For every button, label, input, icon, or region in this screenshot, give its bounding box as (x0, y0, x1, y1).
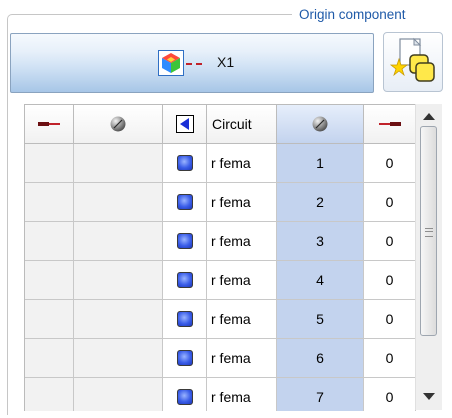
pin-number-cell-text: 4 (316, 272, 324, 288)
row-marker-cell[interactable] (163, 339, 207, 378)
row-select-icon[interactable] (176, 194, 193, 210)
component-cube-icon (158, 50, 184, 76)
value-cell-text: 0 (385, 389, 394, 405)
scroll-down-button[interactable] (416, 387, 442, 407)
wire-left-cell[interactable] (25, 222, 74, 261)
value-cell-text: 0 (385, 233, 394, 249)
pin-number-cell[interactable]: 6 (277, 339, 364, 378)
pin-number-cell[interactable]: 5 (277, 300, 364, 339)
circuit-header-label: Circuit (212, 116, 252, 132)
wire-end-right-icon (378, 122, 401, 126)
value-cell[interactable]: 0 (364, 339, 416, 378)
circuit-cell-text: r fema (211, 272, 251, 288)
vertical-scrollbar[interactable] (415, 104, 442, 410)
pin-left-cell[interactable] (74, 339, 163, 378)
pin-number-cell-text: 2 (316, 194, 324, 210)
arrow-down-icon (423, 393, 435, 400)
pin-left-cell[interactable] (74, 261, 163, 300)
circuit-column-header[interactable]: Circuit (207, 105, 277, 144)
pin-left-cell[interactable] (74, 144, 163, 183)
row-select-icon[interactable] (176, 155, 193, 171)
pin-number-cell-text: 5 (316, 311, 324, 327)
wire-left-column-header[interactable] (25, 105, 74, 144)
circuit-cell[interactable]: r fema (207, 144, 277, 183)
component-label: X1 (217, 54, 235, 70)
value-cell-text: 0 (385, 155, 394, 171)
row-marker-cell[interactable] (163, 222, 207, 261)
select-component-button[interactable] (383, 32, 443, 92)
row-marker-cell[interactable] (163, 183, 207, 222)
pin-number-cell[interactable]: 4 (277, 261, 364, 300)
select-component-icon (389, 37, 435, 82)
circuit-cell-text: r fema (211, 155, 251, 171)
circuit-grid: Circuit r fema 1 0 r fema 2 0 r fema 3 0 r fema 4 0… (24, 104, 416, 411)
circuit-cell-text: r fema (211, 350, 251, 366)
pin-left-column-header[interactable] (74, 105, 163, 144)
pin-number-cell-text: 7 (316, 389, 324, 405)
value-cell-text: 0 (385, 272, 394, 288)
circuit-cell-text: r fema (211, 311, 251, 327)
pin-number-cell[interactable]: 3 (277, 222, 364, 261)
row-select-icon[interactable] (176, 350, 193, 366)
scroll-thumb[interactable] (420, 126, 437, 336)
row-select-icon[interactable] (176, 233, 193, 249)
wire-left-cell[interactable] (25, 183, 74, 222)
arrow-left-icon (175, 115, 194, 133)
circuit-cell[interactable]: r fema (207, 339, 277, 378)
wire-left-cell[interactable] (25, 378, 74, 411)
origin-component-bar[interactable]: X1 (10, 33, 374, 93)
value-cell-text: 0 (385, 350, 394, 366)
wire-link (186, 63, 202, 65)
circuit-cell[interactable]: r fema (207, 378, 277, 411)
row-select-icon[interactable] (176, 272, 193, 288)
pin-number-cell-text: 6 (316, 350, 324, 366)
value-cell-text: 0 (385, 311, 394, 327)
arrow-up-icon (423, 113, 435, 120)
row-marker-cell[interactable] (163, 300, 207, 339)
pin-number-cell-text: 3 (316, 233, 324, 249)
circuit-cell-text: r fema (211, 194, 251, 210)
pin-left-cell[interactable] (74, 300, 163, 339)
value-cell[interactable]: 0 (364, 144, 416, 183)
wire-left-cell[interactable] (25, 300, 74, 339)
circuit-cell-text: r fema (211, 233, 251, 249)
row-select-icon[interactable] (176, 311, 193, 327)
wire-right-column-header[interactable] (364, 105, 416, 144)
value-cell-text: 0 (385, 194, 394, 210)
direction-column-header[interactable] (163, 105, 207, 144)
wire-end-left-icon (38, 122, 60, 126)
group-frame-top (19, 14, 292, 15)
row-marker-cell[interactable] (163, 378, 207, 411)
pin-right-column-header[interactable] (277, 105, 364, 144)
value-cell[interactable]: 0 (364, 183, 416, 222)
wire-left-cell[interactable] (25, 144, 74, 183)
pin-left-cell[interactable] (74, 183, 163, 222)
value-cell[interactable]: 0 (364, 300, 416, 339)
value-cell[interactable]: 0 (364, 261, 416, 300)
pin-left-cell[interactable] (74, 378, 163, 411)
circuit-cell[interactable]: r fema (207, 300, 277, 339)
pin-ball-icon (110, 116, 126, 132)
value-cell[interactable]: 0 (364, 378, 416, 411)
row-marker-cell[interactable] (163, 261, 207, 300)
row-marker-cell[interactable] (163, 144, 207, 183)
pin-number-cell-text: 1 (316, 155, 324, 171)
wire-left-cell[interactable] (25, 339, 74, 378)
pin-number-cell[interactable]: 2 (277, 183, 364, 222)
wire-left-cell[interactable] (25, 261, 74, 300)
pin-ball-icon (312, 116, 328, 132)
circuit-cell[interactable]: r fema (207, 222, 277, 261)
circuit-cell[interactable]: r fema (207, 261, 277, 300)
scroll-grip-icon (425, 228, 433, 237)
scroll-up-button[interactable] (416, 106, 442, 126)
group-title: Origin component (299, 7, 406, 22)
value-cell[interactable]: 0 (364, 222, 416, 261)
pin-number-cell[interactable]: 1 (277, 144, 364, 183)
row-select-icon[interactable] (176, 389, 193, 405)
circuit-cell[interactable]: r fema (207, 183, 277, 222)
pin-number-cell[interactable]: 7 (277, 378, 364, 411)
circuit-cell-text: r fema (211, 389, 251, 405)
pin-left-cell[interactable] (74, 222, 163, 261)
